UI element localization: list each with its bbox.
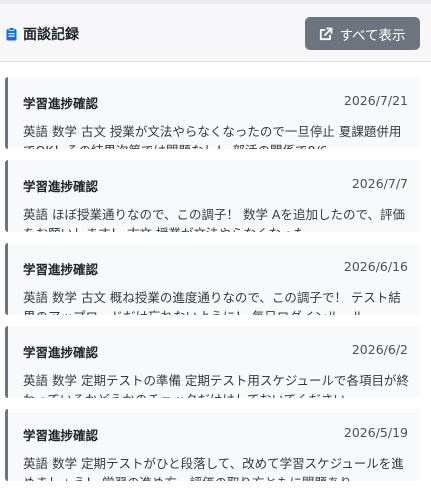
record-title: 学習進捗確認 (23, 428, 99, 443)
record-date: 2026/7/7 (351, 176, 408, 191)
show-all-label: すべて表示 (339, 27, 406, 44)
record-title: 学習進捗確認 (23, 262, 99, 277)
record-date: 2026/7/21 (343, 93, 408, 108)
clipboard-icon (6, 27, 17, 41)
record-card[interactable]: 学習進捗確認 2026/6/16 英語 数学 古文 概ね授業の進度通りなので、こ… (5, 243, 420, 315)
record-summary: 英語 数学 定期テストの準備 定期テスト用スケジュールで各項目が終わっているかど… (23, 373, 410, 398)
section-title-text: 面談記録 (23, 27, 79, 43)
interview-records-header: 面談記録 すべて表示 (0, 0, 431, 62)
record-summary: 英語 数学 定期テストがひと段落して、改めて学習スケジュールを進めましょう！ 学… (23, 456, 404, 481)
record-card[interactable]: 学習進捗確認 2026/6/2 英語 数学 定期テストの準備 定期テスト用スケジ… (5, 326, 420, 398)
external-link-icon (319, 27, 333, 41)
record-summary: 英語 数学 古文 授業が文法やらなくなったので一旦停止 夏課題併用でOK！その結… (23, 124, 402, 149)
record-date: 2026/6/2 (351, 342, 408, 357)
show-all-button[interactable]: すべて表示 (305, 17, 420, 50)
record-title: 学習進捗確認 (23, 345, 99, 360)
interview-record-list: 学習進捗確認 2026/7/21 英語 数学 古文 授業が文法やらなくなったので… (0, 62, 431, 496)
record-card[interactable]: 学習進捗確認 2026/7/21 英語 数学 古文 授業が文法やらなくなったので… (5, 77, 420, 149)
record-title: 学習進捗確認 (23, 179, 99, 194)
record-card[interactable]: 学習進捗確認 2026/5/19 英語 数学 定期テストがひと段落して、改めて学… (5, 409, 420, 481)
section-title: 面談記録 (6, 24, 79, 44)
record-title: 学習進捗確認 (23, 96, 99, 111)
record-summary: 英語 ほぼ授業通りなので、この調子！ 数学 Aを追加したので、評価をお願いします… (23, 207, 405, 232)
record-summary: 英語 数学 古文 概ね授業の進度通りなので、この調子で！ テスト結果のアップロー… (23, 290, 401, 315)
record-card[interactable]: 学習進捗確認 2026/7/7 英語 ほぼ授業通りなので、この調子！ 数学 Aを… (5, 160, 420, 232)
record-date: 2026/5/19 (343, 425, 408, 440)
record-date: 2026/6/16 (343, 259, 408, 274)
